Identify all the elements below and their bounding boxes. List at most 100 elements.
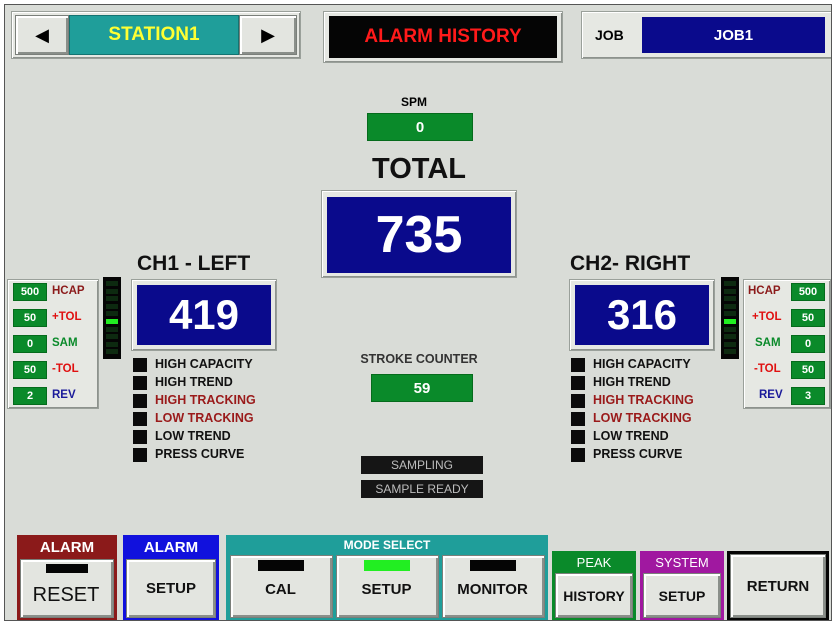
ch2-bargraph-segment bbox=[724, 326, 736, 332]
ch1-status-list: HIGH CAPACITY HIGH TREND HIGH TRACKING L… bbox=[133, 357, 283, 467]
stroke-counter-value: 59 bbox=[371, 374, 473, 402]
prev-station-button[interactable]: ◀ bbox=[15, 15, 69, 55]
ch1-bargraph-segment bbox=[106, 349, 118, 355]
job-value[interactable]: JOB1 bbox=[642, 17, 825, 53]
ch1-hcap-value[interactable]: 500 bbox=[13, 283, 47, 301]
ch2-status-high-capacity: HIGH CAPACITY bbox=[593, 357, 691, 371]
ch2-rev-value[interactable]: 3 bbox=[791, 387, 825, 405]
job-label: JOB bbox=[595, 27, 624, 43]
ch2-status-led bbox=[571, 448, 585, 462]
ch2-status-led bbox=[571, 358, 585, 372]
peak-header: PEAK bbox=[576, 554, 612, 570]
ch2-bargraph-segment bbox=[724, 319, 736, 324]
ch2-status-low-tracking: LOW TRACKING bbox=[593, 411, 692, 425]
ch1-plus-tol-value[interactable]: 50 bbox=[13, 309, 47, 327]
alarm-reset-label-wrap: RESET bbox=[32, 583, 100, 606]
ch2-title: CH2- RIGHT bbox=[570, 252, 691, 275]
ch1-title: CH1 - LEFT bbox=[137, 252, 251, 275]
total-label: TOTAL bbox=[372, 152, 466, 185]
alarm-setup-button[interactable]: SETUP bbox=[126, 559, 216, 618]
page-title: ALARM HISTORY bbox=[329, 16, 557, 58]
ch2-sam-value[interactable]: 0 bbox=[791, 335, 825, 353]
next-station-button[interactable]: ▶ bbox=[239, 15, 297, 55]
alarm-setup-header: ALARM bbox=[143, 538, 199, 556]
mode-monitor-label-wrap: MONITOR bbox=[457, 580, 528, 598]
ch2-status-high-tracking: HIGH TRACKING bbox=[593, 393, 694, 407]
ch1-rev-value[interactable]: 2 bbox=[13, 387, 47, 405]
ch2-sam-label: SAM bbox=[755, 337, 781, 349]
alarm-reset-button[interactable]: RESET bbox=[20, 559, 114, 618]
ch1-bargraph-segment bbox=[106, 326, 118, 332]
ch1-bargraph-segment bbox=[106, 296, 118, 302]
ch1-bargraph-segment bbox=[106, 311, 118, 317]
ch1-status-led bbox=[133, 358, 147, 372]
mode-monitor-button[interactable]: MONITOR bbox=[442, 555, 545, 618]
spm-label: SPM bbox=[401, 95, 428, 109]
ch1-bargraph-segment bbox=[106, 281, 118, 286]
ch1-bargraph-segment bbox=[106, 319, 118, 324]
ch2-status-led bbox=[571, 430, 585, 444]
stroke-counter-label: STROKE COUNTER bbox=[360, 352, 478, 366]
spm-value: 0 bbox=[367, 113, 473, 141]
ch2-plus-tol-value[interactable]: 50 bbox=[791, 309, 825, 327]
ch2-bargraph-segment bbox=[724, 349, 736, 355]
ch1-sam-value[interactable]: 0 bbox=[13, 335, 47, 353]
ch1-status-led bbox=[133, 448, 147, 462]
ch2-status-high-trend: HIGH TREND bbox=[593, 375, 671, 389]
system-header: SYSTEM bbox=[655, 554, 709, 570]
sample-ready-indicator: SAMPLE READY bbox=[361, 480, 483, 498]
ch2-bargraph-segment bbox=[724, 311, 736, 317]
alarm-indicator-led bbox=[46, 564, 88, 573]
ch1-plus-tol-label: +TOL bbox=[52, 311, 82, 323]
ch1-rev-label: REV bbox=[52, 389, 76, 401]
alarm-reset-header: ALARM bbox=[39, 538, 95, 556]
arrow-right-icon: ▶ bbox=[261, 24, 275, 45]
ch1-value: 419 bbox=[137, 285, 271, 345]
ch2-status-led bbox=[571, 412, 585, 426]
ch1-bargraph-segment bbox=[106, 341, 118, 347]
ch2-bargraph-segment bbox=[724, 281, 736, 286]
ch2-minus-tol-value[interactable]: 50 bbox=[791, 361, 825, 379]
ch1-bargraph bbox=[103, 277, 121, 359]
ch1-sam-label: SAM bbox=[52, 337, 78, 349]
mode-setup-led bbox=[364, 560, 410, 571]
ch1-status-low-trend: LOW TREND bbox=[155, 429, 231, 443]
mode-monitor-led bbox=[470, 560, 516, 571]
ch2-value: 316 bbox=[575, 285, 709, 345]
sampling-indicator: SAMPLING bbox=[361, 456, 483, 474]
main-screen: ◀ STATION1 ▶ ALARM HISTORY JOB JOB1 SPM … bbox=[4, 4, 832, 621]
ch1-status-led bbox=[133, 376, 147, 390]
ch2-status-low-trend: LOW TREND bbox=[593, 429, 669, 443]
ch2-minus-tol-label: -TOL bbox=[754, 363, 781, 375]
ch2-bargraph-segment bbox=[724, 288, 736, 294]
ch2-status-press-curve: PRESS CURVE bbox=[593, 447, 683, 461]
ch2-hcap-label: HCAP bbox=[748, 285, 781, 297]
ch1-bargraph-segment bbox=[106, 303, 118, 309]
ch2-bargraph-segment bbox=[724, 341, 736, 347]
ch1-status-high-capacity: HIGH CAPACITY bbox=[155, 357, 253, 371]
total-value: 735 bbox=[327, 197, 511, 273]
system-setup-button[interactable]: SETUP bbox=[643, 573, 721, 618]
ch2-status-led bbox=[571, 394, 585, 408]
peak-history-button[interactable]: HISTORY bbox=[555, 573, 633, 618]
ch2-rev-label: REV bbox=[759, 389, 783, 401]
ch1-status-led bbox=[133, 430, 147, 444]
ch2-hcap-value[interactable]: 500 bbox=[791, 283, 825, 301]
ch2-bargraph bbox=[721, 277, 739, 359]
station-name: STATION1 bbox=[69, 15, 239, 55]
mode-setup-button[interactable]: SETUP bbox=[336, 555, 439, 618]
ch1-minus-tol-label: -TOL bbox=[52, 363, 79, 375]
mode-cal-led bbox=[258, 560, 304, 571]
ch1-status-press-curve: PRESS CURVE bbox=[155, 447, 245, 461]
ch1-status-led bbox=[133, 412, 147, 426]
ch2-status-list: HIGH CAPACITY HIGH TREND HIGH TRACKING L… bbox=[571, 357, 721, 467]
mode-setup-label-wrap: SETUP bbox=[361, 580, 412, 598]
ch1-status-low-tracking: LOW TRACKING bbox=[155, 411, 254, 425]
ch1-minus-tol-value[interactable]: 50 bbox=[13, 361, 47, 379]
mode-cal-button[interactable]: CAL bbox=[230, 555, 333, 618]
mode-cal-label-wrap: CAL bbox=[265, 580, 296, 598]
return-button[interactable]: RETURN bbox=[730, 554, 826, 618]
ch2-bargraph-segment bbox=[724, 334, 736, 340]
ch2-bargraph-segment bbox=[724, 303, 736, 309]
ch2-bargraph-segment bbox=[724, 296, 736, 302]
